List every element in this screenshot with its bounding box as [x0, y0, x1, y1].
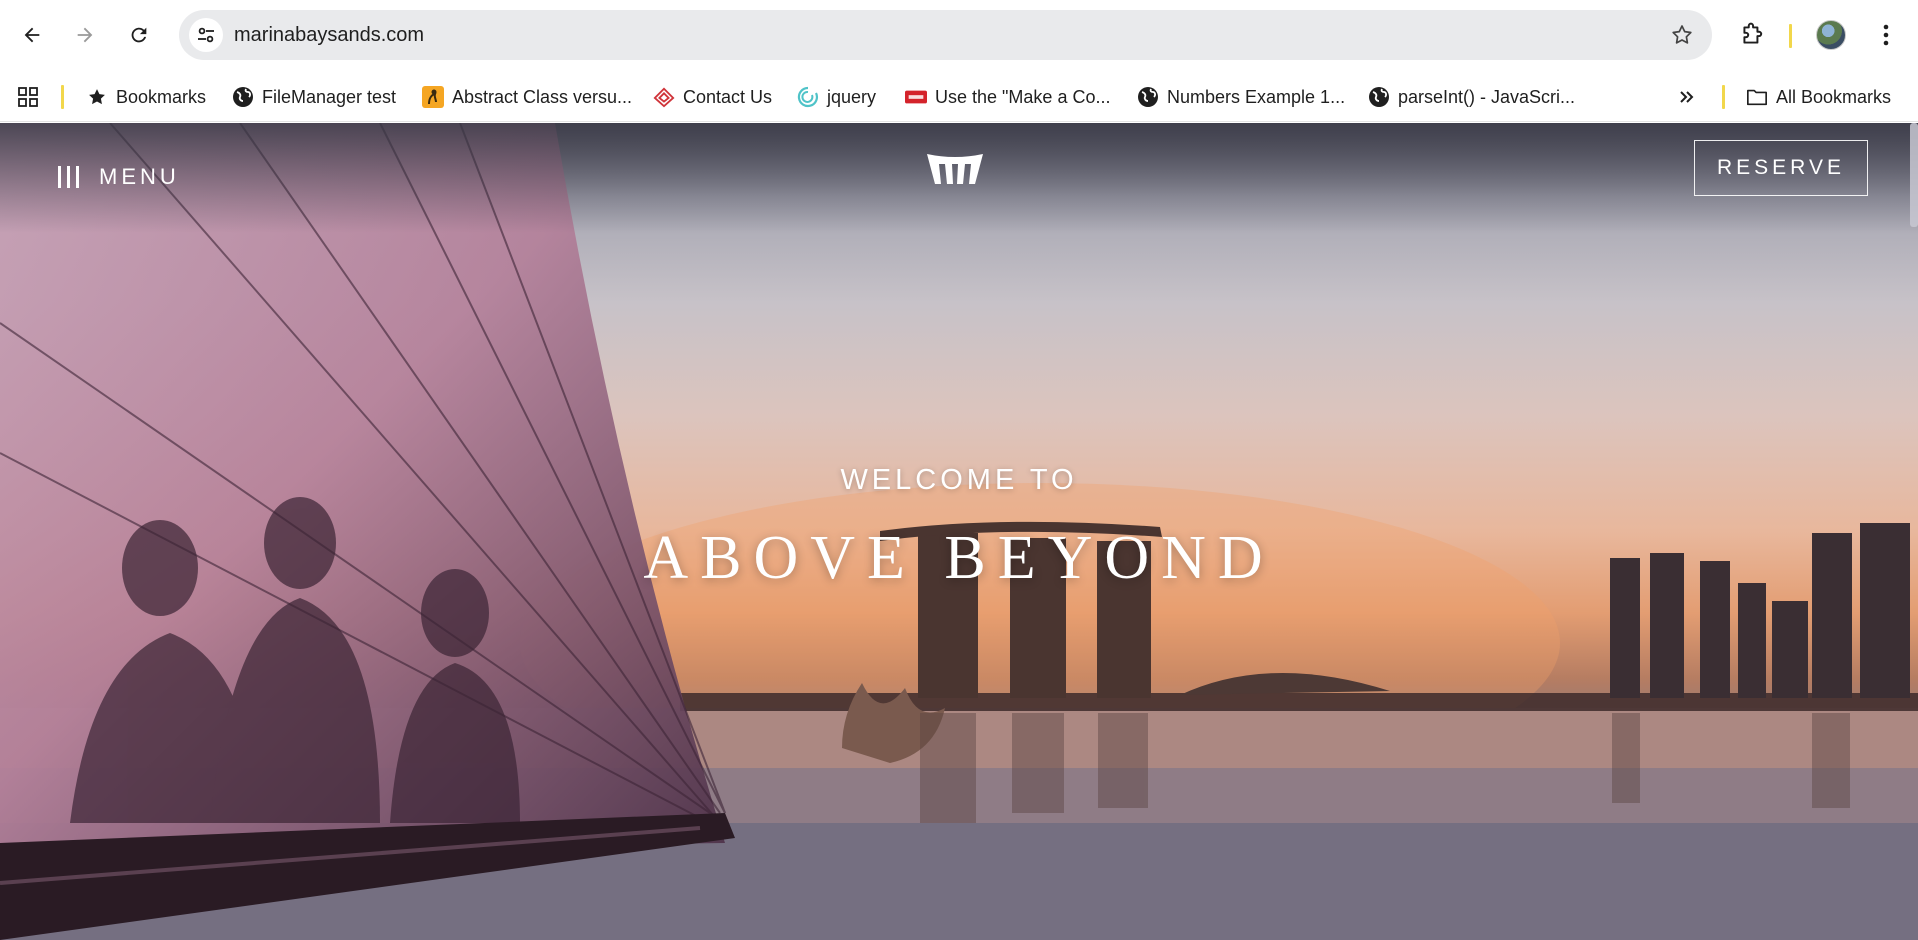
- hero-welcome-text: WELCOME TO: [840, 464, 1078, 496]
- browser-toolbar: marinabaysands.com: [0, 0, 1918, 72]
- profile-avatar[interactable]: [1816, 20, 1846, 50]
- bookmark-star-icon[interactable]: [1670, 23, 1694, 47]
- arrow-left-icon: [24, 27, 40, 43]
- bookmark-item[interactable]: parseInt() - JavaScri...: [1368, 72, 1575, 122]
- hero-section: MENU RESERVE WELCOME TO ABOVE BEYOND: [0, 123, 1918, 940]
- reload-button[interactable]: [121, 17, 157, 53]
- address-bar[interactable]: marinabaysands.com: [179, 10, 1712, 60]
- toolbar-separator: [1789, 24, 1792, 48]
- browser-menu-button[interactable]: [1870, 19, 1902, 51]
- all-bookmarks-button[interactable]: All Bookmarks: [1746, 72, 1891, 122]
- site-favicon-icon: [797, 86, 819, 108]
- arrow-right-icon: [77, 27, 93, 43]
- site-favicon-icon: [905, 86, 927, 108]
- bookmark-item[interactable]: Abstract Class versu...: [422, 72, 632, 122]
- bookmarks-bar: Bookmarks FileManager test Abstract Clas…: [0, 72, 1918, 122]
- bookmark-item[interactable]: Bookmarks: [86, 72, 206, 122]
- forward-button[interactable]: [67, 17, 103, 53]
- globe-icon: [1137, 86, 1159, 108]
- reload-icon: [131, 27, 147, 43]
- puzzle-icon: [1743, 22, 1763, 44]
- site-favicon-icon: [653, 86, 675, 108]
- tune-icon: [198, 27, 214, 43]
- globe-icon: [232, 86, 254, 108]
- back-button[interactable]: [14, 17, 50, 53]
- page-scrollbar[interactable]: [1910, 123, 1918, 227]
- extensions-button[interactable]: [1736, 19, 1768, 51]
- bookmarks-separator: [61, 85, 64, 109]
- folder-icon: [1746, 86, 1768, 108]
- site-info-button[interactable]: [189, 18, 223, 52]
- more-bookmarks-button[interactable]: [1676, 72, 1698, 122]
- more-vertical-icon: [1883, 24, 1889, 46]
- hero-headline: ABOVE BEYOND: [643, 524, 1275, 592]
- double-chevron-right-icon: [1676, 86, 1698, 108]
- url-text[interactable]: marinabaysands.com: [234, 10, 424, 60]
- apps-button[interactable]: [17, 72, 39, 122]
- bookmarks-separator: [1722, 85, 1725, 109]
- globe-icon: [1368, 86, 1390, 108]
- bookmark-item[interactable]: Contact Us: [653, 72, 772, 122]
- brand-logo[interactable]: [925, 150, 985, 190]
- bookmark-item[interactable]: Use the "Make a Co...: [905, 72, 1110, 122]
- reserve-button[interactable]: RESERVE: [1694, 140, 1868, 196]
- bookmark-item[interactable]: jquery: [797, 72, 876, 122]
- menu-button[interactable]: MENU: [58, 153, 180, 201]
- bookmark-item[interactable]: FileManager test: [232, 72, 396, 122]
- star-icon: [86, 86, 108, 108]
- bookmark-item[interactable]: Numbers Example 1...: [1137, 72, 1345, 122]
- site-favicon-icon: [422, 86, 444, 108]
- menu-icon: [58, 166, 79, 188]
- apps-grid-icon: [17, 86, 39, 108]
